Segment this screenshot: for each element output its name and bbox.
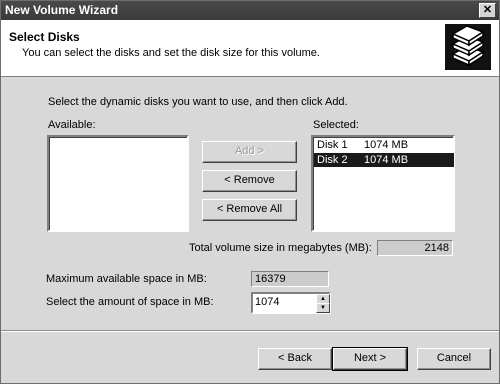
total-size-value: 2148 [377,240,453,256]
disks-icon [445,24,491,70]
next-button[interactable]: Next > [332,347,408,371]
add-button[interactable]: Add > [202,141,297,163]
footer-divider [1,330,499,332]
wizard-header: Select Disks You can select the disks an… [1,20,499,77]
available-disks-list[interactable] [47,135,189,232]
amount-label: Select the amount of space in MB: [46,296,214,308]
available-label: Available: [48,119,96,131]
cancel-button[interactable]: Cancel [417,348,491,370]
list-item[interactable]: Disk 2 1074 MB [314,153,454,167]
page-title: Select Disks [9,30,80,44]
selected-label: Selected: [313,119,359,131]
amount-stepper[interactable]: 1074 ▲ ▼ [251,292,331,314]
close-icon[interactable]: ✕ [479,3,496,18]
spin-down-icon[interactable]: ▼ [316,303,330,313]
amount-value: 1074 [255,296,280,308]
remove-button[interactable]: < Remove [202,170,297,192]
selected-disks-list[interactable]: Disk 1 1074 MB Disk 2 1074 MB [311,135,455,232]
title-bar: New Volume Wizard ✕ [1,1,499,20]
total-size-label: Total volume size in megabytes (MB): [189,242,372,254]
max-space-value: 16379 [251,271,329,287]
window-title: New Volume Wizard [5,3,119,17]
max-space-label: Maximum available space in MB: [46,273,207,285]
remove-all-button[interactable]: < Remove All [202,199,297,221]
wizard-window: New Volume Wizard ✕ Select Disks You can… [0,0,500,384]
list-item[interactable]: Disk 1 1074 MB [314,138,454,152]
page-subtitle: You can select the disks and set the dis… [22,47,320,59]
instruction-text: Select the dynamic disks you want to use… [48,96,348,108]
back-button[interactable]: < Back [258,348,332,370]
